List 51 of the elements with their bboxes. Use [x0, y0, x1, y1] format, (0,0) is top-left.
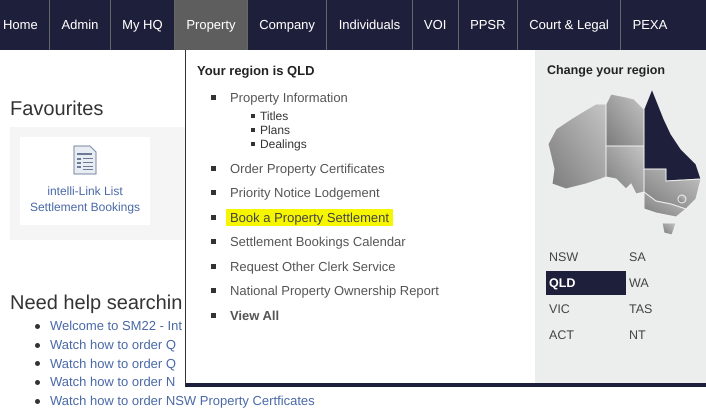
bullet-icon [211, 95, 216, 100]
bullet-icon [211, 190, 216, 196]
submenu-link[interactable]: Titles [260, 109, 288, 123]
bullet-icon [211, 239, 216, 244]
help-link[interactable]: Welcome to SM22 - Int [50, 317, 182, 336]
bullet-icon [251, 142, 255, 146]
submenu-link[interactable]: Plans [260, 123, 290, 137]
menu-link[interactable]: National Property Ownership Report [226, 282, 443, 299]
region-option[interactable]: TAS [626, 297, 706, 321]
region-option[interactable]: VIC [546, 297, 626, 321]
region-option[interactable]: WA [626, 271, 706, 295]
menu-link[interactable]: Order Property Certificates [226, 160, 389, 176]
nav-tab[interactable]: Home [0, 0, 50, 50]
australia-map-drawing[interactable] [546, 89, 703, 237]
menu-link[interactable]: Request Other Clerk Service [226, 258, 400, 274]
region-heading: Change your region [547, 63, 666, 77]
region-option[interactable]: ACT [546, 323, 626, 347]
region-option[interactable]: NT [626, 323, 706, 347]
region-option[interactable]: NSW [546, 245, 626, 269]
bullet-icon [211, 312, 216, 318]
menu-link[interactable]: Property Information [226, 89, 352, 106]
menu-heading: Your region is QLD [197, 63, 316, 78]
nav-tab[interactable]: PEXA [621, 0, 679, 50]
bullet-icon [35, 399, 40, 404]
nav-tab[interactable]: Admin [50, 0, 111, 50]
bullet-icon [35, 342, 40, 348]
bullet-icon [211, 264, 216, 269]
submenu-link[interactable]: Dealings [260, 137, 307, 151]
menu-link[interactable]: Book a Property Settlement [226, 208, 393, 226]
help-link[interactable]: Watch how to order Q [50, 354, 176, 374]
bullet-icon [35, 324, 40, 329]
bullet-icon [251, 114, 255, 118]
view-all-link[interactable]: View All [226, 306, 284, 324]
bullet-icon [35, 380, 40, 386]
bullet-icon [211, 288, 216, 294]
nav-tab[interactable]: Property [174, 0, 248, 50]
menu-link[interactable]: Priority Notice Lodgement [226, 184, 384, 201]
region-option[interactable]: QLD [546, 271, 626, 295]
favourite-tile[interactable]: intelli-Link List Settlement Bookings [20, 137, 150, 225]
help-link[interactable]: Watch how to order N [50, 373, 176, 392]
help-link[interactable]: Watch how to order Q [50, 336, 176, 355]
help-link[interactable]: Watch how to order NSW Property Certficates [50, 392, 315, 409]
section-heading: Need help searchin [10, 292, 182, 315]
bullet-icon [35, 361, 40, 366]
bullet-icon [211, 214, 216, 220]
bullet-icon [211, 166, 216, 171]
bullet-icon [251, 128, 255, 132]
menu-link[interactable]: Settlement Bookings Calendar [226, 233, 410, 250]
section-heading: Favourites [10, 98, 104, 121]
document-list-icon [73, 145, 97, 175]
region-option[interactable]: SA [626, 245, 706, 269]
